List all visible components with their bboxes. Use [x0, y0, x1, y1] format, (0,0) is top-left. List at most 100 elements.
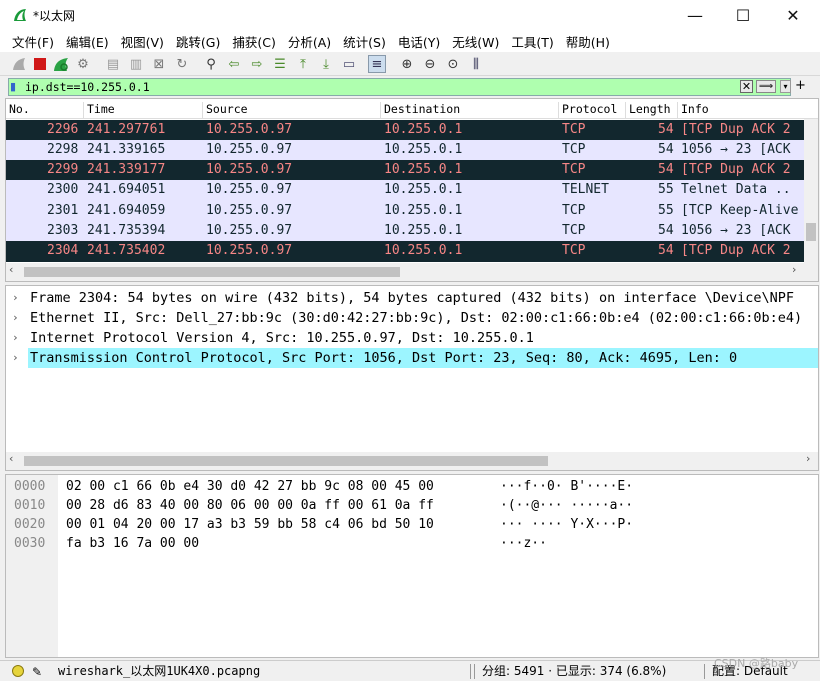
cell-time: 241.694051	[87, 182, 166, 198]
filter-clear-button[interactable]: ✕	[740, 80, 753, 93]
cell-protocol: TCP	[562, 121, 586, 137]
detail-tree-item-frame[interactable]: › Frame 2304: 54 bytes on wire (432 bits…	[6, 288, 818, 308]
column-header-protocol[interactable]: Protocol	[559, 102, 626, 118]
menu-tools[interactable]: 工具(T)	[505, 32, 559, 51]
cell-no: 2301	[47, 202, 79, 218]
maximize-button[interactable]: ☐	[720, 0, 766, 30]
zoom-out-icon[interactable]: ⊖	[421, 55, 439, 73]
cell-source: 10.255.0.97	[206, 223, 293, 238]
menu-file[interactable]: 文件(F)	[6, 32, 60, 51]
expand-arrow-icon[interactable]: ›	[12, 288, 19, 308]
packet-list: No. Time Source Destination Protocol Len…	[5, 98, 819, 282]
normal-size-icon[interactable]: ⊙	[444, 55, 462, 73]
zoom-in-icon[interactable]: ⊕	[398, 55, 416, 73]
packet-row[interactable]: 2304 241.735402 10.255.0.97 10.255.0.1 T…	[6, 241, 804, 262]
title-bar: *以太网 — ☐ ✕	[0, 0, 820, 30]
filter-history-dropdown[interactable]: ▾	[780, 80, 791, 93]
bytes-offset: 0000	[14, 479, 46, 494]
menu-analyze[interactable]: 分析(A)	[282, 32, 337, 51]
resize-columns-icon[interactable]: ⫼	[467, 55, 485, 73]
capture-comment-icon[interactable]: ✎	[32, 662, 42, 681]
cell-length: 54	[658, 121, 674, 137]
close-button[interactable]: ✕	[770, 0, 816, 30]
packet-list-horizontal-scrollbar[interactable]: ‹ ›	[6, 263, 818, 281]
expert-info-indicator-icon[interactable]	[12, 665, 24, 677]
column-header-time[interactable]: Time	[84, 102, 203, 118]
scroll-right-icon[interactable]: ›	[792, 263, 796, 276]
previous-packet-icon[interactable]: ⇦	[225, 55, 243, 73]
menu-statistics[interactable]: 统计(S)	[337, 32, 392, 51]
window-title: *以太网	[33, 9, 76, 23]
first-packet-icon[interactable]: ⤒	[294, 55, 312, 73]
cell-no: 2299	[47, 162, 79, 178]
cell-protocol: TELNET	[562, 182, 609, 198]
menu-capture[interactable]: 捕获(C)	[226, 32, 281, 51]
last-packet-icon[interactable]: ⤓	[317, 55, 335, 73]
menu-wireless[interactable]: 无线(W)	[446, 32, 505, 51]
display-filter-input[interactable]	[8, 78, 791, 96]
menu-help[interactable]: 帮助(H)	[560, 32, 616, 51]
close-file-icon[interactable]: ⊠	[150, 55, 168, 73]
packet-row[interactable]: 2299 241.339177 10.255.0.97 10.255.0.1 T…	[6, 160, 804, 181]
minimize-button[interactable]: —	[672, 0, 718, 30]
cell-time: 241.735402	[87, 243, 166, 259]
open-file-icon[interactable]: ▤	[104, 55, 122, 73]
details-horizontal-scrollbar[interactable]: ‹ ›	[6, 452, 818, 470]
cell-time: 241.339165	[87, 141, 166, 157]
menu-go[interactable]: 跳转(G)	[170, 32, 226, 51]
packet-row[interactable]: 2298 241.339165 10.255.0.97 10.255.0.1 T…	[6, 139, 804, 161]
scroll-right-icon[interactable]: ›	[806, 452, 810, 465]
menu-edit[interactable]: 编辑(E)	[60, 32, 115, 51]
packet-list-vertical-scrollbar[interactable]	[804, 119, 818, 263]
menu-telephony[interactable]: 电话(Y)	[392, 32, 446, 51]
stop-capture-icon[interactable]	[31, 55, 49, 73]
start-capture-icon[interactable]	[10, 55, 28, 73]
packet-row[interactable]: 2301 241.694059 10.255.0.97 10.255.0.1 T…	[6, 200, 804, 221]
scroll-left-icon[interactable]: ‹	[9, 263, 13, 276]
menu-view[interactable]: 视图(V)	[115, 32, 170, 51]
detail-tree-item-tcp[interactable]: › Transmission Control Protocol, Src Por…	[6, 348, 818, 368]
bytes-offset: 0030	[14, 536, 46, 551]
cell-info: Telnet Data ..	[681, 182, 791, 198]
packet-row[interactable]: 2300 241.694051 10.255.0.97 10.255.0.1 T…	[6, 180, 804, 201]
bytes-hex: 02 00 c1 66 0b e4 30 d0 42 27 bb 9c 08 0…	[66, 479, 434, 494]
detail-tree-item-ip[interactable]: › Internet Protocol Version 4, Src: 10.2…	[6, 328, 818, 348]
packet-list-horizontal-scroll-thumb[interactable]	[24, 267, 400, 277]
autoscroll-icon[interactable]: ▭	[340, 55, 358, 73]
expand-arrow-icon[interactable]: ›	[12, 348, 19, 368]
cell-destination: 10.255.0.1	[384, 202, 463, 218]
cell-source: 10.255.0.97	[206, 141, 293, 157]
cell-no: 2296	[47, 121, 79, 137]
cell-info: [TCP Keep-Alive	[681, 202, 799, 218]
filter-add-button[interactable]: +	[795, 78, 806, 93]
reload-file-icon[interactable]: ↻	[173, 55, 191, 73]
column-header-length[interactable]: Length	[626, 102, 678, 118]
cell-destination: 10.255.0.1	[384, 182, 463, 198]
detail-tree-item-ethernet[interactable]: › Ethernet II, Src: Dell_27:bb:9c (30:d0…	[6, 308, 818, 328]
details-horizontal-scroll-thumb[interactable]	[24, 456, 548, 466]
expand-arrow-icon[interactable]: ›	[12, 328, 19, 348]
scroll-left-icon[interactable]: ‹	[9, 452, 13, 465]
restart-capture-icon[interactable]	[52, 55, 70, 73]
cell-source: 10.255.0.97	[206, 182, 293, 198]
go-to-packet-icon[interactable]: ☰	[271, 55, 289, 73]
expand-arrow-icon[interactable]: ›	[12, 308, 19, 328]
packet-row[interactable]: 2303 241.735394 10.255.0.97 10.255.0.1 T…	[6, 221, 804, 242]
packet-row[interactable]: 2296 241.297761 10.255.0.97 10.255.0.1 T…	[6, 119, 804, 140]
column-header-source[interactable]: Source	[203, 102, 381, 118]
column-header-info[interactable]: Info	[678, 102, 804, 118]
capture-options-icon[interactable]: ⚙	[74, 55, 92, 73]
column-header-no[interactable]: No.	[6, 102, 84, 118]
filter-bookmark-icon[interactable]: ▮	[10, 80, 20, 94]
colorize-icon[interactable]: ≡	[368, 55, 386, 73]
next-packet-icon[interactable]: ⇨	[248, 55, 266, 73]
find-packet-icon[interactable]: ⚲	[202, 55, 220, 73]
column-header-destination[interactable]: Destination	[381, 102, 559, 118]
packet-count-status: 分组: 5491 · 已显示: 374 (6.8%)	[482, 664, 667, 678]
cell-destination: 10.255.0.1	[384, 243, 463, 259]
filter-apply-button[interactable]: ⟹	[756, 80, 776, 93]
save-file-icon[interactable]: ▥	[127, 55, 145, 73]
packet-list-vertical-scroll-thumb[interactable]	[806, 223, 816, 241]
menu-bar: 文件(F) 编辑(E) 视图(V) 跳转(G) 捕获(C) 分析(A) 统计(S…	[0, 30, 820, 52]
cell-time: 241.694059	[87, 202, 166, 218]
